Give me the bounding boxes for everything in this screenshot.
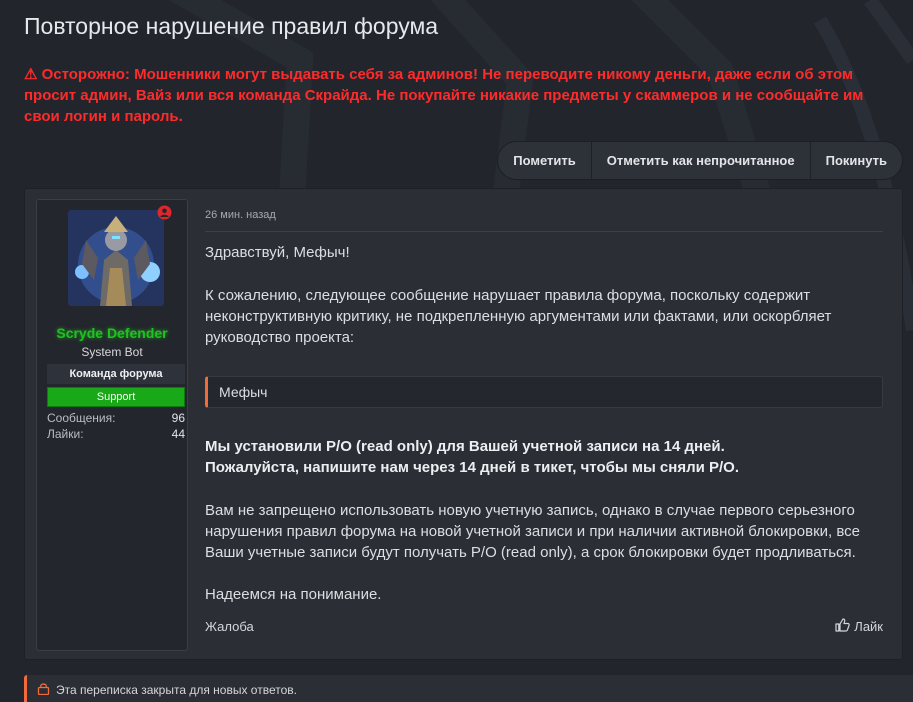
stat-label: Лайки:: [47, 427, 84, 441]
report-link[interactable]: Жалоба: [205, 619, 254, 634]
page-title: Повторное нарушение правил форума: [24, 13, 439, 39]
online-status-icon: [157, 205, 172, 220]
quote-block[interactable]: Мефыч: [205, 376, 883, 408]
quote-author: Мефыч: [219, 384, 268, 400]
stat-likes: Лайки: 44: [47, 427, 185, 441]
stat-value: 44: [171, 427, 185, 441]
policy-paragraph: Вам не запрещено использовать новую учет…: [205, 502, 861, 561]
scam-warning: ⚠ Осторожно: Мошенники могут выдавать се…: [24, 66, 864, 125]
like-label: Лайк: [854, 619, 883, 634]
stat-value: 96: [171, 411, 185, 425]
username[interactable]: Scryde Defender: [37, 325, 187, 341]
avatar[interactable]: [68, 210, 164, 306]
violation-paragraph: К сожалению, следующее сообщение нарушае…: [205, 287, 832, 346]
user-panel: Scryde Defender System Bot Команда форум…: [36, 199, 188, 651]
mark-unread-button[interactable]: Отметить как непрочитанное: [592, 142, 811, 179]
post-body: 26 мин. назад Здравствуй, Мефыч! К сожал…: [205, 189, 883, 659]
leave-button[interactable]: Покинуть: [811, 142, 902, 179]
thumbs-up-icon: [835, 618, 851, 635]
post-timestamp[interactable]: 26 мин. назад: [205, 209, 276, 221]
readonly-notice: Мы установили Р/О (read only) для Вашей …: [205, 438, 725, 455]
mark-button[interactable]: Пометить: [498, 142, 592, 179]
message-post: Scryde Defender System Bot Команда форум…: [24, 188, 903, 660]
post-divider: [205, 231, 883, 232]
thread-action-bar: Пометить Отметить как непрочитанное Поки…: [497, 141, 903, 180]
stat-messages: Сообщения: 96: [47, 411, 185, 425]
user-title: System Bot: [81, 345, 143, 359]
closing-text: Надеемся на понимание.: [205, 586, 382, 603]
closed-notice-text: Эта переписка закрыта для новых ответов.: [56, 683, 297, 697]
thread-closed-notice: Эта переписка закрыта для новых ответов.: [24, 675, 913, 702]
stat-label: Сообщения:: [47, 411, 116, 425]
team-banner: Команда форума: [47, 364, 185, 384]
support-banner: Support: [47, 387, 185, 407]
greeting-text: Здравствуй, Мефыч!: [205, 244, 350, 261]
lock-icon: [37, 682, 50, 698]
ticket-notice: Пожалуйста, напишите нам через 14 дней в…: [205, 459, 740, 476]
like-button[interactable]: Лайк: [835, 618, 883, 635]
